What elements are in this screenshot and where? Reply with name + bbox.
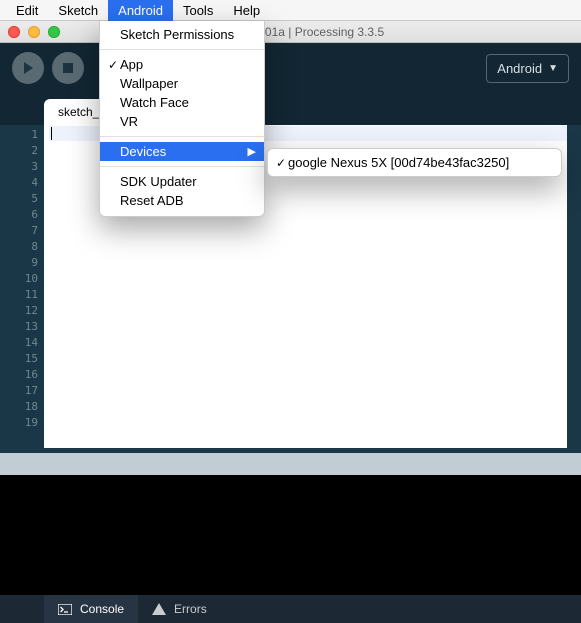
console-icon <box>58 604 72 615</box>
check-icon: ✓ <box>106 58 120 72</box>
menu-tools[interactable]: Tools <box>173 0 223 21</box>
errors-tab-label: Errors <box>174 602 207 616</box>
menu-label: VR <box>120 114 256 129</box>
menu-label: Sketch Permissions <box>120 27 256 42</box>
menu-item-sdk-updater[interactable]: SDK Updater <box>100 172 264 191</box>
system-menubar: Edit Sketch Android Tools Help <box>0 0 581 21</box>
play-icon <box>21 61 35 75</box>
line-number: 13 <box>0 319 38 335</box>
menu-android[interactable]: Android <box>108 0 173 21</box>
menu-sketch[interactable]: Sketch <box>48 0 108 21</box>
line-number: 5 <box>0 191 38 207</box>
line-number: 4 <box>0 175 38 191</box>
window-titlebar: sketch_170601a | Processing 3.3.5 <box>0 21 581 43</box>
menu-label: SDK Updater <box>120 174 256 189</box>
line-number: 2 <box>0 143 38 159</box>
line-number: 19 <box>0 415 38 431</box>
line-number: 1 <box>0 127 38 143</box>
menu-item-reset-adb[interactable]: Reset ADB <box>100 191 264 210</box>
close-button[interactable] <box>8 26 20 38</box>
window-title: sketch_170601a | Processing 3.3.5 <box>0 25 581 39</box>
zoom-button[interactable] <box>48 26 60 38</box>
stop-button[interactable] <box>52 52 84 84</box>
menu-separator <box>100 49 264 50</box>
line-number: 9 <box>0 255 38 271</box>
menu-item-wallpaper[interactable]: Wallpaper <box>100 74 264 93</box>
menu-item-devices[interactable]: Devices ▶ <box>100 142 264 161</box>
line-number: 17 <box>0 383 38 399</box>
run-button[interactable] <box>12 52 44 84</box>
submenu-arrow-icon: ▶ <box>248 145 256 158</box>
line-number: 3 <box>0 159 38 175</box>
line-number: 15 <box>0 351 38 367</box>
line-number: 10 <box>0 271 38 287</box>
menu-label: Reset ADB <box>120 193 256 208</box>
line-number: 7 <box>0 223 38 239</box>
check-icon: ✓ <box>274 156 288 170</box>
menu-item-watch-face[interactable]: Watch Face <box>100 93 264 112</box>
menu-separator <box>100 166 264 167</box>
devices-submenu: ✓ google Nexus 5X [00d74be43fac3250] <box>267 148 562 177</box>
android-menu: Sketch Permissions ✓ App Wallpaper Watch… <box>99 21 265 217</box>
stop-icon <box>62 62 74 74</box>
line-number: 12 <box>0 303 38 319</box>
menu-help[interactable]: Help <box>223 0 270 21</box>
menu-item-sketch-permissions[interactable]: Sketch Permissions <box>100 25 264 44</box>
line-gutter: 1 2 3 4 5 6 7 8 9 10 11 12 13 14 15 16 1… <box>0 125 44 453</box>
line-number: 16 <box>0 367 38 383</box>
mode-selector[interactable]: Android ▼ <box>486 54 569 83</box>
line-number: 11 <box>0 287 38 303</box>
menu-separator <box>100 136 264 137</box>
line-number: 14 <box>0 335 38 351</box>
chevron-down-icon: ▼ <box>548 63 558 74</box>
console-tab-label: Console <box>80 602 124 616</box>
menu-label: Devices <box>120 144 248 159</box>
tab-errors[interactable]: Errors <box>138 595 221 623</box>
traffic-lights <box>8 26 60 38</box>
console-output[interactable] <box>0 475 581 595</box>
warning-icon <box>152 603 166 615</box>
device-label: google Nexus 5X [00d74be43fac3250] <box>288 155 551 170</box>
mode-label: Android <box>497 61 542 76</box>
text-cursor <box>51 127 52 140</box>
app-window: sketch_170601a | Processing 3.3.5 Androi… <box>0 21 581 623</box>
line-number: 18 <box>0 399 38 415</box>
divider[interactable] <box>0 453 581 475</box>
line-number: 8 <box>0 239 38 255</box>
menu-label: Watch Face <box>120 95 256 110</box>
submenu-item-device[interactable]: ✓ google Nexus 5X [00d74be43fac3250] <box>268 153 561 172</box>
line-number: 6 <box>0 207 38 223</box>
sketch-tabs: sketch_170601a ▼ <box>0 93 581 125</box>
menu-label: App <box>120 57 256 72</box>
minimize-button[interactable] <box>28 26 40 38</box>
menu-edit[interactable]: Edit <box>6 0 48 21</box>
tab-console[interactable]: Console <box>44 595 138 623</box>
toolbar: Android ▼ <box>0 43 581 93</box>
menu-item-app[interactable]: ✓ App <box>100 55 264 74</box>
menu-item-vr[interactable]: VR <box>100 112 264 131</box>
footer-tabs: Console Errors <box>0 595 581 623</box>
menu-label: Wallpaper <box>120 76 256 91</box>
